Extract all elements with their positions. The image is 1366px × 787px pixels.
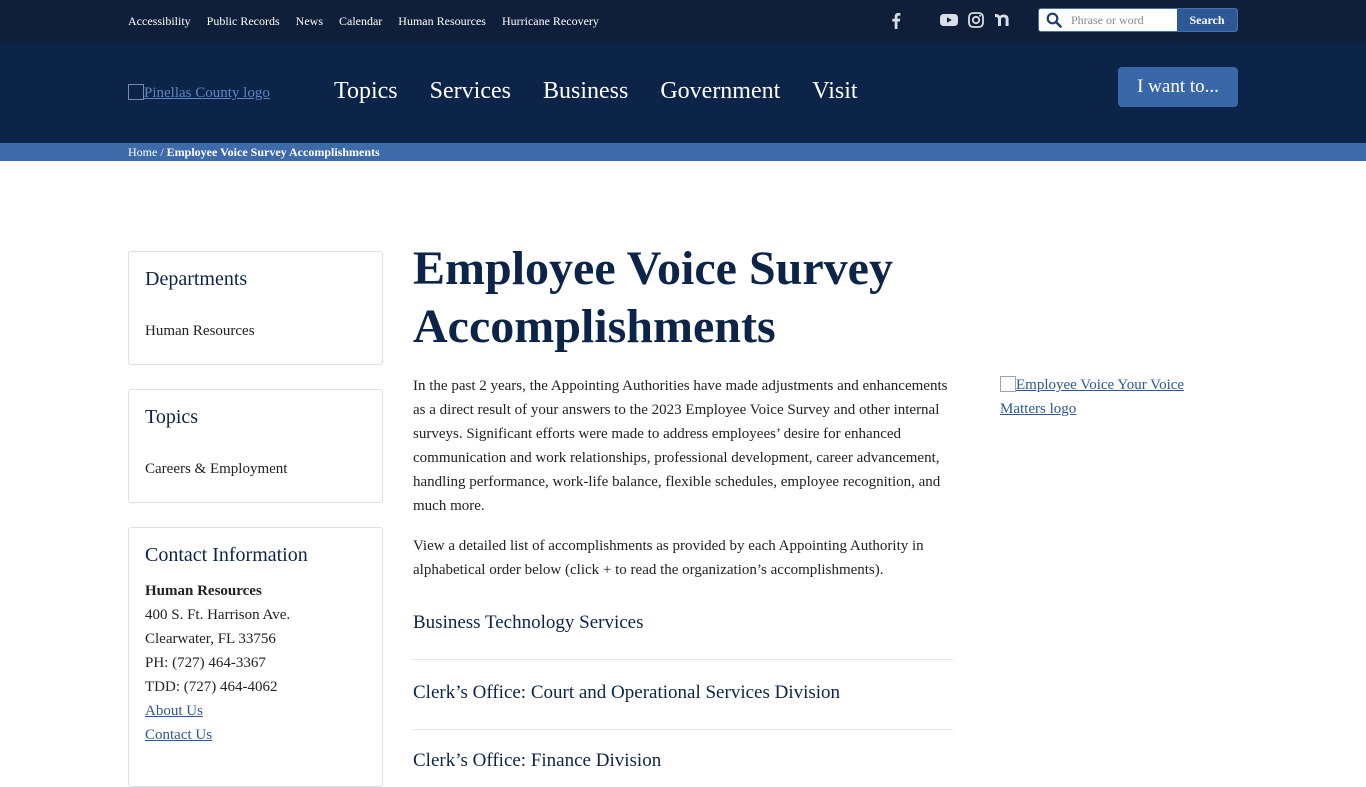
nav-business[interactable]: Business [543, 78, 628, 105]
broken-image-icon [128, 84, 144, 100]
contact-phone: PH: (727) 464-3367 [145, 655, 266, 671]
search-box: Search [1038, 8, 1238, 32]
nav-services[interactable]: Services [430, 78, 511, 105]
departments-title: Departments [145, 268, 248, 290]
utility-link-accessibility[interactable]: Accessibility [128, 14, 191, 29]
topics-title: Topics [145, 406, 199, 428]
breadcrumb: Home / Employee Voice Survey Accomplishm… [128, 145, 380, 160]
divider [413, 729, 953, 730]
utility-link-public-records[interactable]: Public Records [207, 14, 280, 29]
breadcrumb-bar: Home / Employee Voice Survey Accomplishm… [0, 143, 1366, 161]
utility-link-human-resources[interactable]: Human Resources [398, 14, 486, 29]
youtube-icon[interactable] [939, 10, 959, 30]
departments-card: Departments Human Resources [128, 251, 383, 365]
divider [413, 659, 953, 660]
nav-topics[interactable]: Topics [334, 78, 398, 105]
broken-image-icon [1000, 376, 1016, 392]
nav-government[interactable]: Government [660, 78, 780, 105]
contact-tdd: TDD: (727) 464-4062 [145, 679, 278, 695]
intro-paragraph: In the past 2 years, the Appointing Auth… [413, 378, 948, 514]
contact-address-line: 400 S. Ft. Harrison Ave. [145, 607, 291, 623]
breadcrumb-current: Employee Voice Survey Accomplishments [166, 145, 380, 159]
instructions-paragraph: View a detailed list of accomplishments … [413, 538, 924, 578]
department-link-human-resources[interactable]: Human Resources [145, 323, 366, 340]
utility-links: Accessibility Public Records News Calend… [128, 14, 615, 29]
accordion-clerk-court-operational[interactable]: Clerk’s Office: Court and Operational Se… [413, 682, 953, 704]
employee-voice-logo-alt: Employee Voice Your Voice Matters logo [1000, 377, 1185, 417]
search-button[interactable]: Search [1177, 9, 1237, 31]
breadcrumb-separator: / [157, 145, 167, 159]
accordion-clerk-finance[interactable]: Clerk’s Office: Finance Division [413, 750, 953, 772]
utility-link-calendar[interactable]: Calendar [339, 14, 382, 29]
contact-us-link[interactable]: Contact Us [145, 723, 366, 747]
search-input[interactable] [1069, 9, 1177, 31]
breadcrumb-home[interactable]: Home [128, 145, 157, 159]
utility-bar: Accessibility Public Records News Calend… [0, 0, 1366, 42]
topics-card: Topics Careers & Employment [128, 389, 383, 503]
logo-alt-text: Pinellas County logo [144, 85, 270, 101]
page-title: Employee Voice Survey Accomplishments [413, 242, 893, 353]
main-nav: Topics Services Business Government Visi… [334, 78, 890, 105]
i-want-to-button[interactable]: I want to... [1118, 67, 1238, 107]
search-icon [1039, 9, 1069, 31]
utility-link-news[interactable]: News [296, 14, 323, 29]
contact-title: Contact Information [145, 544, 308, 566]
instagram-icon[interactable] [966, 10, 986, 30]
contact-name: Human Resources [145, 583, 262, 599]
site-logo[interactable]: Pinellas County logo [128, 84, 270, 102]
about-us-link[interactable]: About Us [145, 699, 366, 723]
facebook-icon[interactable] [886, 10, 906, 30]
topic-link-careers[interactable]: Careers & Employment [145, 461, 366, 478]
contact-city-line: Clearwater, FL 33756 [145, 631, 276, 647]
accordion-business-technology-services[interactable]: Business Technology Services [413, 612, 953, 634]
contact-card: Contact Information Human Resources 400 … [128, 527, 383, 787]
utility-link-hurricane-recovery[interactable]: Hurricane Recovery [502, 14, 599, 29]
nextdoor-icon[interactable] [993, 10, 1013, 30]
main-header: Pinellas County logo Topics Services Bus… [0, 42, 1366, 143]
nav-visit[interactable]: Visit [812, 78, 857, 105]
employee-voice-logo[interactable]: Employee Voice Your Voice Matters logo [1000, 373, 1220, 421]
